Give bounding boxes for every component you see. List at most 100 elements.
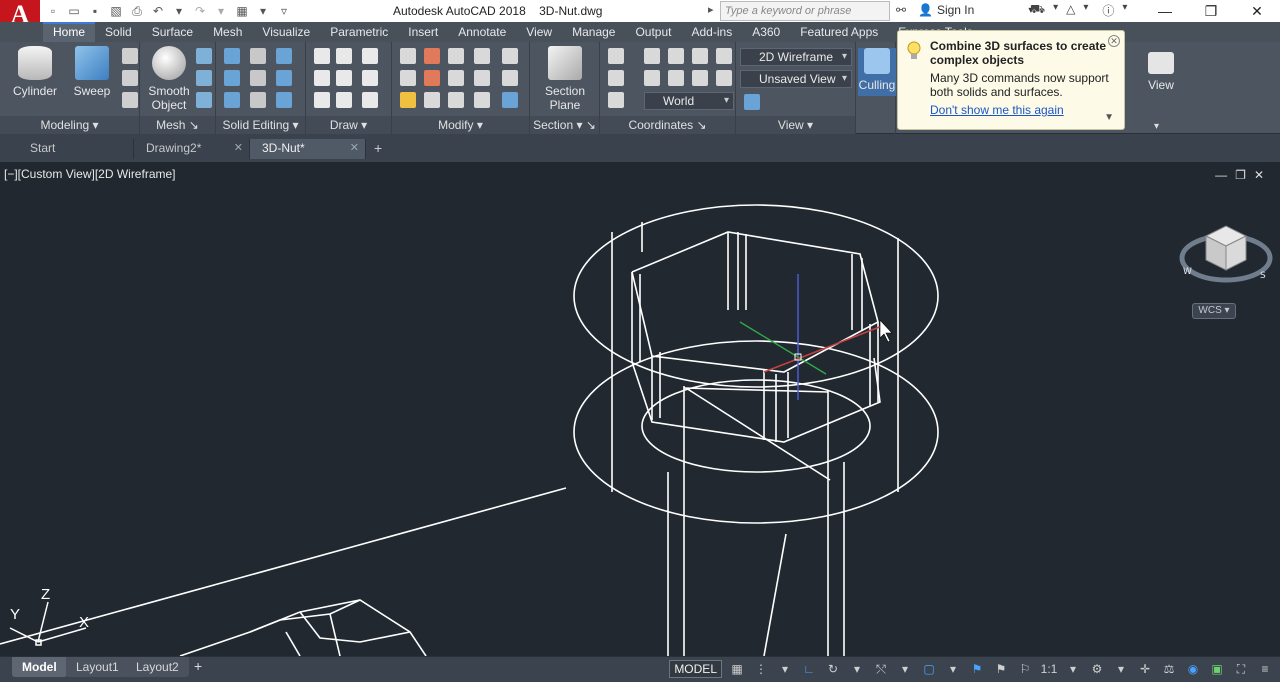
mesh-crease-icon[interactable] [196,92,212,108]
redo-icon[interactable]: ↷ [191,2,209,20]
ucs-origin-icon[interactable] [668,48,684,64]
erase-icon[interactable] [400,48,416,64]
panel-title-view[interactable]: View ▾ [736,116,855,134]
rotate-icon[interactable] [448,70,464,86]
chevron-down-icon[interactable]: ▾ [776,660,794,678]
cylinder-button[interactable]: Cylinder [10,46,60,98]
ucs-icon[interactable] [608,48,624,64]
tab-visualize[interactable]: Visualize [252,22,320,42]
chevron-down-icon[interactable]: ▼ [1104,112,1114,123]
chevron-down-icon[interactable]: ▾ [1154,121,1159,132]
sweep-button[interactable]: Sweep [68,46,116,98]
chevron-down-icon[interactable]: ▾ [1053,2,1058,19]
cart-icon[interactable]: ⛟ [1030,2,1045,19]
dont-show-again-link[interactable]: Don't show me this again [930,103,1116,117]
spline-icon[interactable] [314,70,330,86]
tab-solid[interactable]: Solid [95,22,142,42]
chevron-down-icon[interactable]: ▾ [1112,660,1130,678]
separate-icon[interactable] [276,92,292,108]
tab-parametric[interactable]: Parametric [320,22,398,42]
polyline-icon[interactable] [314,48,330,64]
ucs-view-icon[interactable] [644,70,660,86]
redo-dropdown-icon[interactable]: ▾ [212,2,230,20]
ucs-y-icon[interactable] [692,70,708,86]
chevron-down-icon[interactable]: ▾ [944,660,962,678]
file-tab-3d-nut[interactable]: 3D-Nut* ✕ [250,139,366,159]
tab-featured-apps[interactable]: Featured Apps [790,22,888,42]
close-icon[interactable]: ✕ [1108,35,1120,47]
annotation-scale-value[interactable]: 1:1 [1040,660,1058,678]
panel-title-modify[interactable]: Modify ▾ [392,116,529,134]
tab-annotate[interactable]: Annotate [448,22,516,42]
save-icon[interactable]: ▪ [86,2,104,20]
panel-title-modeling[interactable]: Modeling ▾ [0,116,139,134]
named-view-dropdown[interactable]: Unsaved View [740,70,852,88]
tab-a360[interactable]: A360 [742,22,790,42]
layout-tab-model[interactable]: Model [12,657,67,677]
panel-title-coordinates[interactable]: Coordinates ↘ [600,116,735,134]
chevron-down-icon[interactable]: ▾ [1064,660,1082,678]
fillet-icon[interactable] [502,70,518,86]
slice-icon[interactable] [250,48,266,64]
annotation-visibility-icon[interactable]: ⚑ [968,660,986,678]
annotation-scale-icon[interactable]: ⚐ [1016,660,1034,678]
tab-view[interactable]: View [516,22,562,42]
offset-edges-icon[interactable] [276,48,292,64]
view-button[interactable]: View [1138,52,1184,92]
interfere-icon[interactable] [250,70,266,86]
new-file-icon[interactable]: ▫ [44,2,62,20]
open-file-icon[interactable]: ▭ [65,2,83,20]
grid-icon[interactable]: ▦ [728,660,746,678]
chevron-down-icon[interactable]: ▾ [1083,2,1088,19]
restore-icon[interactable]: ❐ [1188,0,1234,22]
mesh-smooth-icon[interactable] [196,48,212,64]
snap-mode-icon[interactable]: ⋮ [752,660,770,678]
union-icon[interactable] [224,48,240,64]
tab-mesh[interactable]: Mesh [203,22,252,42]
search-input[interactable]: Type a keyword or phrase [720,1,890,21]
workspace-dropdown-icon[interactable]: ▾ [254,2,272,20]
extrude-icon[interactable] [122,48,138,64]
intersect-icon[interactable] [224,92,240,108]
chevron-down-icon[interactable]: ▾ [848,660,866,678]
ucs-x-icon[interactable] [668,70,684,86]
customize-qat-icon[interactable]: ▿ [275,2,293,20]
viewport-config-icon[interactable] [744,94,760,110]
clean-screen-icon[interactable]: ⛶ [1232,660,1250,678]
ucs-z-icon[interactable] [716,70,732,86]
3d-polyline-icon[interactable] [336,48,352,64]
shell-icon[interactable] [250,92,266,108]
trim-icon[interactable] [474,70,490,86]
circle-icon[interactable] [362,70,378,86]
auto-scale-icon[interactable]: ⚑ [992,660,1010,678]
arc-icon[interactable] [362,48,378,64]
panel-title-mesh[interactable]: Mesh ↘ [140,116,215,134]
culling-button[interactable]: Culling [858,48,896,96]
tab-output[interactable]: Output [625,22,681,42]
minimize-icon[interactable]: — [1142,0,1188,22]
section-plane-button[interactable]: Section Plane [538,46,592,112]
tab-manage[interactable]: Manage [562,22,625,42]
chevron-down-icon[interactable]: ▾ [1122,2,1127,19]
close-icon[interactable]: ✕ [234,139,243,157]
workspace-gear-icon[interactable]: ⚙ [1088,660,1106,678]
copy-icon[interactable] [474,48,490,64]
layout-tab-layout2[interactable]: Layout2 [126,657,189,677]
add-layout-plus-icon[interactable]: + [194,658,202,674]
isolate-objects-icon[interactable]: ◉ [1184,660,1202,678]
3d-rotate-icon[interactable] [424,70,440,86]
ellipse-icon[interactable] [362,92,378,108]
help-icon[interactable]: ⓘ [1102,2,1114,19]
panel-title-section[interactable]: Section ▾ ↘ [530,116,599,134]
model-space-toggle[interactable]: MODEL [669,660,722,678]
polygon-icon[interactable] [314,92,330,108]
move-icon[interactable] [448,48,464,64]
fillet-edge-icon[interactable] [276,70,292,86]
explode-icon[interactable] [448,92,464,108]
3d-move-icon[interactable] [424,48,440,64]
chevron-down-icon[interactable]: ▾ [896,660,914,678]
object-snap-icon[interactable]: ▢ [920,660,938,678]
rectangle-icon[interactable] [336,92,352,108]
stretch-icon[interactable] [474,92,490,108]
file-tab-start[interactable]: Start [18,139,134,159]
